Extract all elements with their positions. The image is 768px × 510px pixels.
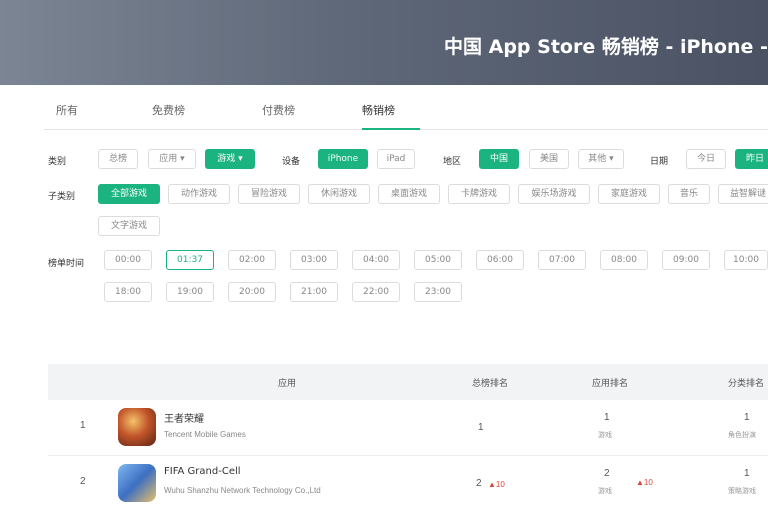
table-header: 应用 总榜排名 应用排名 分类排名: [48, 364, 768, 400]
category-rank-name: 角色扮演: [728, 432, 756, 439]
table-row[interactable]: 1 王者荣耀 Tencent Mobile Games 1 1 游戏 1 角色扮…: [48, 400, 768, 456]
filter-yesterday[interactable]: 昨日: [735, 149, 768, 169]
app-rank-category: 游戏: [598, 432, 612, 439]
category-rank-name: 策略游戏: [728, 488, 756, 495]
app-rank: 1: [604, 412, 610, 423]
app-developer: Tencent Mobile Games: [164, 430, 246, 439]
header-app: 应用: [278, 379, 297, 389]
app-rank-change: ▲10: [636, 478, 653, 487]
filter-overall[interactable]: 总榜: [98, 149, 138, 169]
filter-apps[interactable]: 应用 ▾: [148, 149, 196, 169]
page-banner: 中国 App Store 畅销榜 - iPhone -: [0, 0, 768, 85]
time-chip[interactable]: 21:00: [290, 282, 338, 302]
time-chip[interactable]: 06:00: [476, 250, 524, 270]
tab-grossing[interactable]: 畅销榜: [362, 102, 395, 118]
header-overall-rank: 总榜排名: [472, 379, 509, 389]
tab-free[interactable]: 免费榜: [152, 102, 185, 118]
table-row[interactable]: 2 FIFA Grand-Cell Wuhu Shanzhu Network T…: [48, 456, 768, 510]
app-name[interactable]: 王者荣耀: [164, 410, 204, 425]
time-chip[interactable]: 19:00: [166, 282, 214, 302]
filter-games[interactable]: 游戏 ▾: [205, 149, 255, 169]
rank-number: 1: [80, 420, 86, 431]
category-rank: 1: [744, 412, 750, 423]
subcat-puzzle[interactable]: 益智解谜: [718, 184, 768, 204]
time-chip[interactable]: 08:00: [600, 250, 648, 270]
date-label: 日期: [650, 157, 669, 167]
app-icon[interactable]: [118, 464, 156, 502]
app-icon[interactable]: [118, 408, 156, 446]
subcat-music[interactable]: 音乐: [668, 184, 710, 204]
app-developer: Wuhu Shanzhu Network Technology Co.,Ltd: [164, 486, 321, 495]
filter-usa[interactable]: 美国: [529, 149, 569, 169]
subcat-action[interactable]: 动作游戏: [168, 184, 230, 204]
device-label: 设备: [282, 157, 301, 167]
subcat-all-games[interactable]: 全部游戏: [98, 184, 160, 204]
header-category-rank: 分类排名: [728, 379, 765, 389]
overall-rank: 1: [478, 422, 484, 433]
time-chip[interactable]: 07:00: [538, 250, 586, 270]
page-title: 中国 App Store 畅销榜 - iPhone -: [444, 36, 768, 58]
subcat-board[interactable]: 桌面游戏: [378, 184, 440, 204]
filter-today[interactable]: 今日: [686, 149, 726, 169]
time-chip[interactable]: 00:00: [104, 250, 152, 270]
active-tab-indicator: [362, 128, 420, 130]
time-chip[interactable]: 20:00: [228, 282, 276, 302]
time-chip[interactable]: 09:00: [662, 250, 710, 270]
subcategory-label: 子类别: [48, 192, 76, 202]
app-name[interactable]: FIFA Grand-Cell: [164, 466, 241, 477]
tab-all[interactable]: 所有: [56, 102, 78, 118]
subcat-word[interactable]: 文字游戏: [98, 216, 160, 236]
filter-iphone[interactable]: iPhone: [318, 149, 368, 169]
subcat-family[interactable]: 家庭游戏: [598, 184, 660, 204]
app-rank-category: 游戏: [598, 488, 612, 495]
time-chip[interactable]: 22:00: [352, 282, 400, 302]
header-app-rank: 应用排名: [592, 379, 629, 389]
time-chip[interactable]: 18:00: [104, 282, 152, 302]
category-rank: 1: [744, 468, 750, 479]
time-chip[interactable]: 02:00: [228, 250, 276, 270]
chart-tabs: 所有 免费榜 付费榜 畅销榜: [44, 92, 768, 130]
time-chip[interactable]: 03:00: [290, 250, 338, 270]
overall-rank: 2: [476, 478, 482, 489]
tab-paid[interactable]: 付费榜: [262, 102, 295, 118]
time-chip-selected[interactable]: 01:37: [166, 250, 214, 270]
subcat-adventure[interactable]: 冒险游戏: [238, 184, 300, 204]
category-label: 类别: [48, 157, 67, 167]
time-chip[interactable]: 10:00: [724, 250, 768, 270]
subcat-casual[interactable]: 休闲游戏: [308, 184, 370, 204]
app-rank: 2: [604, 468, 610, 479]
ranking-table: 应用 总榜排名 应用排名 分类排名 1 王者荣耀 Tencent Mobile …: [48, 364, 768, 510]
subcat-card[interactable]: 卡牌游戏: [448, 184, 510, 204]
subcat-casino[interactable]: 娱乐场游戏: [518, 184, 590, 204]
rank-number: 2: [80, 476, 86, 487]
overall-rank-change: ▲10: [488, 480, 505, 489]
time-label: 榜单时间: [48, 259, 85, 269]
filter-china[interactable]: 中国: [479, 149, 519, 169]
filter-other-country[interactable]: 其他 ▾: [578, 149, 624, 169]
time-chip[interactable]: 05:00: [414, 250, 462, 270]
time-chip[interactable]: 04:00: [352, 250, 400, 270]
filter-ipad[interactable]: iPad: [377, 149, 415, 169]
time-chip[interactable]: 23:00: [414, 282, 462, 302]
country-label: 地区: [443, 157, 462, 167]
